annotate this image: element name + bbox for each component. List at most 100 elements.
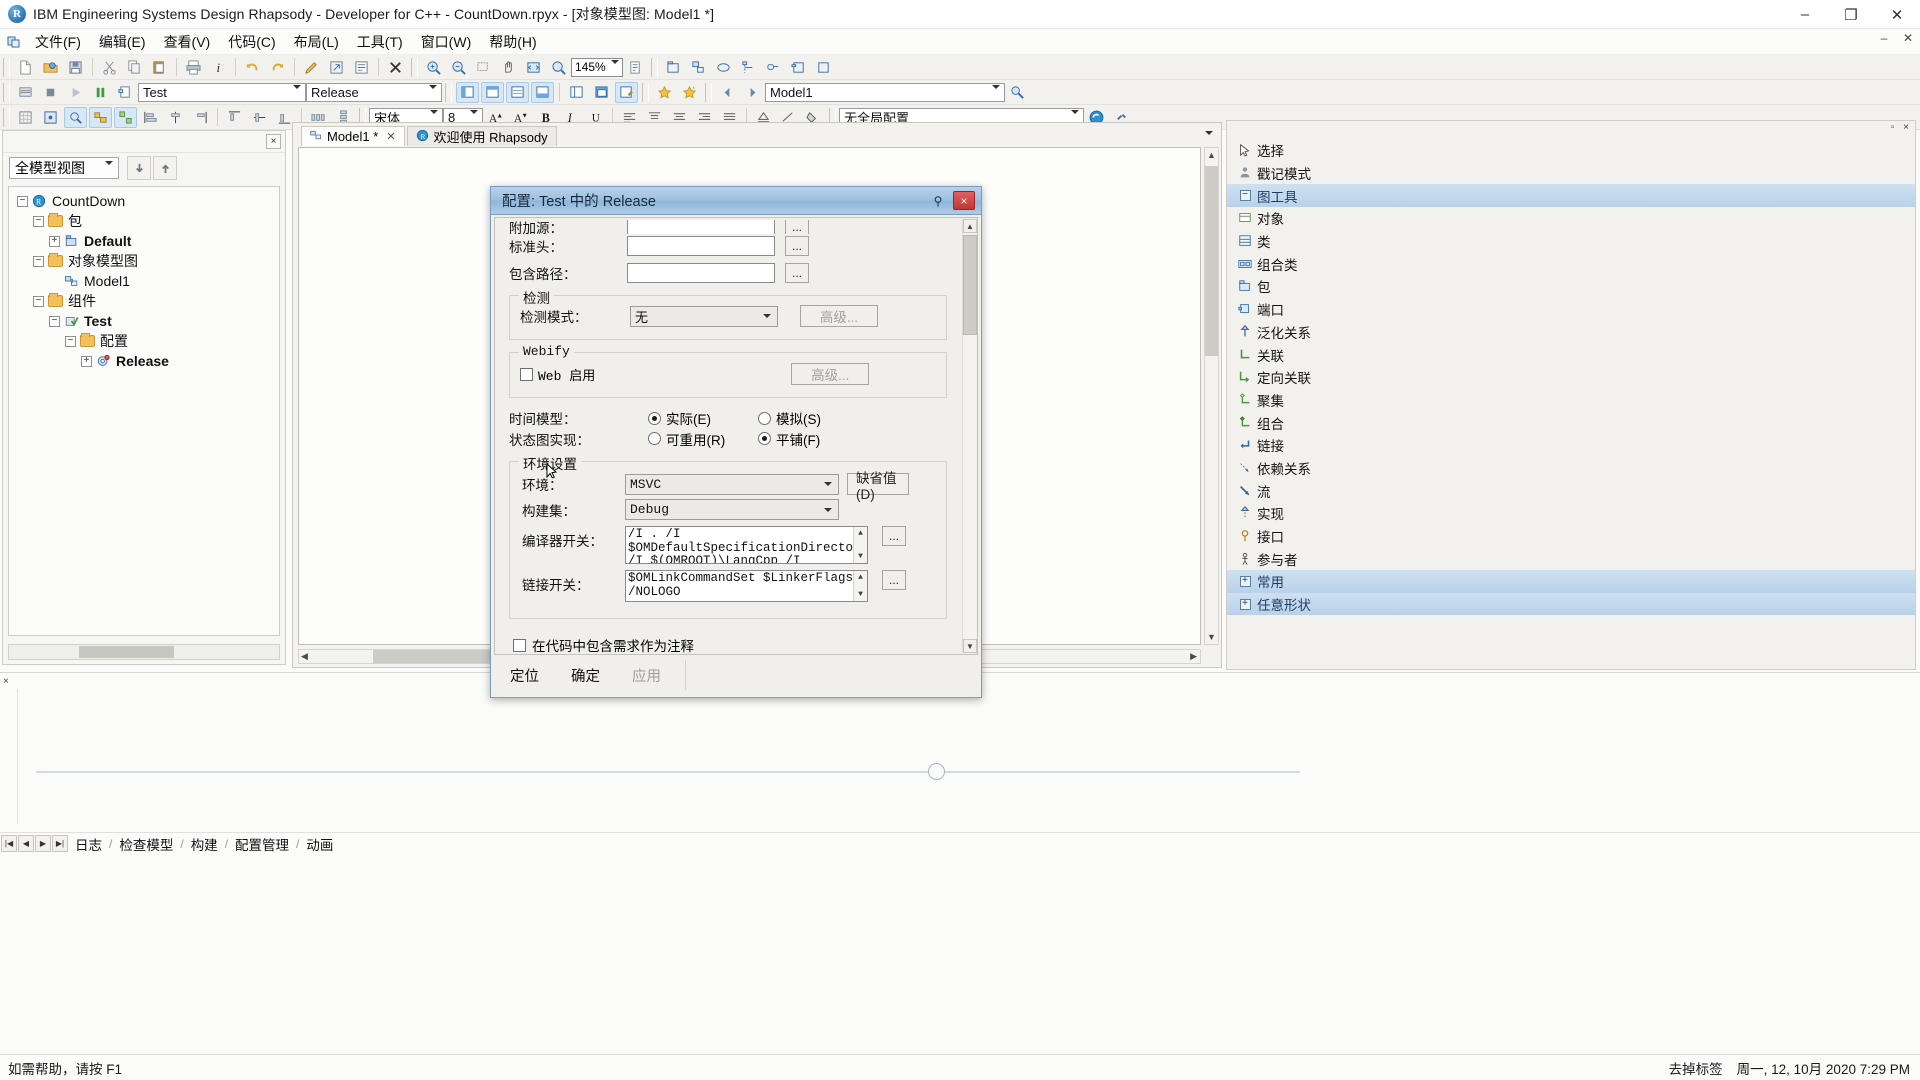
zoom-tool-icon[interactable] — [64, 106, 87, 128]
menu-help[interactable]: 帮助(H) — [480, 29, 545, 55]
include-path-input[interactable] — [627, 263, 775, 283]
configuration-selector[interactable]: Release — [306, 82, 442, 104]
tree-node-configurations[interactable]: − 配置 — [13, 331, 279, 351]
model-tree[interactable]: − R CountDown − 包 + Default − 对象模型图 Mode… — [8, 186, 280, 636]
save-icon[interactable] — [64, 57, 87, 78]
tool-actor[interactable]: 参与者 — [1227, 547, 1915, 570]
environment-default-button[interactable]: 缺省值(D) — [847, 471, 909, 502]
delete-x-icon[interactable] — [384, 57, 407, 78]
menu-edit[interactable]: 编辑(E) — [90, 29, 155, 55]
zoom-out-icon[interactable] — [447, 57, 470, 78]
chevron-down-icon[interactable] — [293, 84, 301, 104]
show-browser-icon[interactable] — [456, 81, 479, 103]
textarea-scrollbar[interactable]: ▲ ▼ — [853, 571, 867, 601]
toolbox-section-common[interactable]: + 常用 — [1227, 570, 1915, 593]
open-icon[interactable] — [39, 57, 62, 78]
report-icon[interactable] — [350, 57, 373, 78]
tool-select[interactable]: 选择 — [1227, 139, 1915, 162]
locate-button[interactable]: 定位 — [494, 663, 555, 687]
align-center-icon[interactable] — [164, 107, 187, 128]
include-requirements-checkbox[interactable] — [513, 638, 526, 652]
toolbar-grip[interactable] — [411, 57, 418, 77]
textarea-scrollbar[interactable]: ▲ ▼ — [853, 527, 867, 563]
toolbar-grip[interactable] — [642, 82, 649, 102]
show-search-icon[interactable] — [531, 81, 554, 103]
add-favorite-icon[interactable] — [653, 82, 676, 103]
zoom-level-input[interactable]: 145% — [571, 57, 623, 78]
animation-slider-track[interactable] — [36, 771, 1300, 773]
menu-file[interactable]: 文件(F) — [26, 29, 90, 55]
minimize-button[interactable]: – — [1782, 0, 1828, 29]
toolbar-grip[interactable] — [3, 82, 10, 102]
undo-icon[interactable] — [241, 57, 264, 78]
linker-switches-browse-button[interactable]: ... — [882, 570, 906, 590]
output-tab-log[interactable]: 日志 — [68, 833, 109, 855]
tree-node-components[interactable]: − 组件 — [13, 291, 279, 311]
move-down-button[interactable] — [127, 156, 151, 180]
instrumentation-mode-select[interactable]: 无 — [630, 305, 778, 327]
tool-directed-association[interactable]: 定向关联 — [1227, 366, 1915, 389]
tree-expander[interactable]: + — [81, 355, 92, 367]
copy-image-icon[interactable] — [624, 57, 647, 78]
chevron-down-icon[interactable] — [611, 59, 619, 78]
tab-welcome[interactable]: R 欢迎使用 Rhapsody — [406, 126, 557, 146]
chevron-down-icon[interactable] — [429, 84, 437, 104]
tree-node-packages[interactable]: − 包 — [13, 211, 279, 231]
tool-class[interactable]: 类 — [1227, 230, 1915, 253]
time-model-real-radio[interactable]: 实际(E) — [648, 408, 758, 428]
scroll-left-icon[interactable]: ◀ — [301, 651, 308, 662]
tree-expander[interactable]: − — [33, 255, 44, 267]
compiler-switches-browse-button[interactable]: ... — [882, 526, 906, 546]
apply-button[interactable]: 应用 — [616, 663, 677, 687]
tree-node-model1[interactable]: Model1 — [13, 271, 279, 291]
output-panel-body[interactable] — [20, 689, 1916, 824]
output-tab-check-model[interactable]: 检查模型 — [112, 833, 180, 855]
edit-notes-icon[interactable] — [615, 81, 638, 103]
buildset-select[interactable]: Debug — [625, 499, 839, 520]
scrollbar-thumb[interactable] — [372, 650, 498, 663]
tree-node-release[interactable]: + Release — [13, 351, 279, 371]
tab-list-dropdown-icon[interactable] — [1201, 125, 1217, 141]
chevron-down-icon[interactable] — [820, 475, 835, 494]
new-icon[interactable] — [14, 57, 37, 78]
show-output-icon[interactable] — [506, 81, 529, 103]
new-sequence-diagram-icon[interactable] — [737, 57, 760, 78]
toolbox-section-diagram-tools[interactable]: − 图工具 — [1227, 184, 1915, 208]
output-tab-animation[interactable]: 动画 — [299, 833, 340, 855]
new-usecase-diagram-icon[interactable] — [712, 57, 735, 78]
tool-object[interactable]: 对象 — [1227, 207, 1915, 230]
copy-icon[interactable] — [123, 57, 146, 78]
environment-select[interactable]: MSVC — [625, 473, 839, 495]
additional-sources-input[interactable] — [627, 220, 775, 234]
mdi-close-button[interactable]: ✕ — [1900, 31, 1916, 45]
mdi-minimize-button[interactable]: – — [1876, 31, 1892, 45]
canvas-vertical-scrollbar[interactable]: ▲ ▼ — [1204, 147, 1219, 645]
back-icon[interactable] — [716, 82, 739, 103]
move-up-button[interactable] — [153, 156, 177, 180]
tree-node-default[interactable]: + Default — [13, 231, 279, 251]
redo-icon[interactable] — [266, 57, 289, 78]
new-package-icon[interactable] — [662, 57, 685, 78]
dialog-vertical-scrollbar[interactable]: ▲ ▼ — [962, 219, 977, 653]
tool-flow[interactable]: 流 — [1227, 479, 1915, 502]
tool-interface[interactable]: 接口 — [1227, 525, 1915, 548]
new-component-diagram-icon[interactable] — [787, 57, 810, 78]
pan-hand-icon[interactable] — [497, 57, 520, 78]
tree-node-object-model-diagrams[interactable]: − 对象模型图 — [13, 251, 279, 271]
toolbar-grip[interactable] — [3, 57, 10, 77]
scroll-down-icon[interactable]: ▼ — [963, 639, 977, 653]
maximize-button[interactable]: ❐ — [1828, 0, 1874, 29]
tool-realization[interactable]: 实现 — [1227, 502, 1915, 525]
close-button[interactable]: ✕ — [1874, 0, 1920, 29]
tool-stamp-mode[interactable]: 戳记模式 — [1227, 162, 1915, 185]
new-statechart-icon[interactable] — [762, 57, 785, 78]
favorites-icon[interactable] — [678, 82, 701, 103]
compiler-switches-textarea[interactable]: /I . /I $OMDefaultSpecificationDirectory… — [625, 526, 868, 564]
active-diagram-selector[interactable]: Model1 — [765, 82, 1005, 104]
chevron-down-icon[interactable] — [992, 84, 1000, 104]
instrumentation-advanced-button[interactable]: 高级... — [800, 305, 878, 327]
view-selector[interactable]: 全模型视图 — [9, 157, 119, 181]
animation-slider-knob[interactable] — [928, 763, 945, 780]
tab-prev-icon[interactable]: ◀ — [18, 835, 34, 852]
tool-composition[interactable]: 组合 — [1227, 411, 1915, 434]
